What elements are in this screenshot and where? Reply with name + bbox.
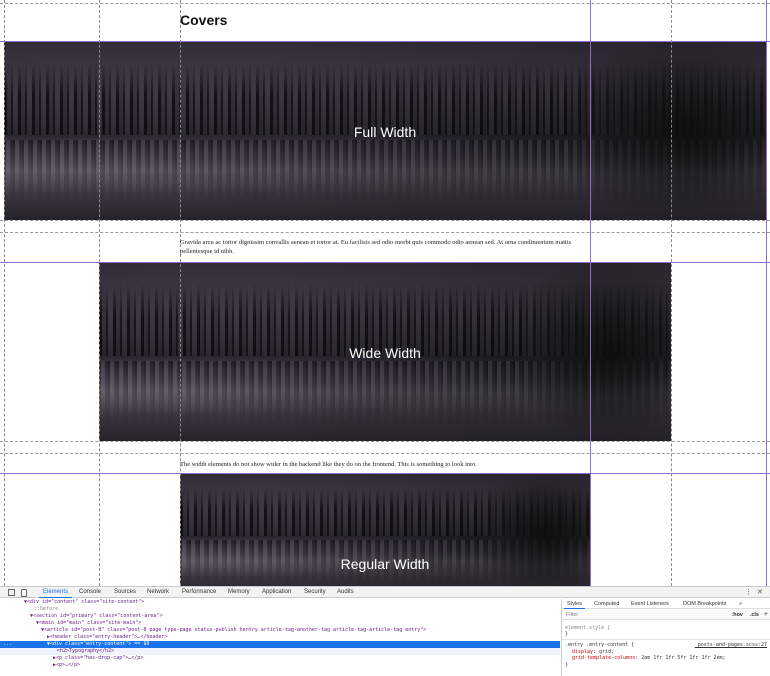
- devtools-tab-network[interactable]: Network: [147, 589, 169, 595]
- devtools-tab-application[interactable]: Application: [262, 589, 291, 595]
- devtools-tab-elements[interactable]: Elements: [38, 589, 73, 598]
- element-style-rule[interactable]: element.style {: [565, 625, 610, 631]
- devtools-tabbar: Elements Console Sources Network Perform…: [0, 587, 770, 598]
- dom-node[interactable]: ::before: [0, 606, 560, 613]
- dom-node[interactable]: ▼<section id="primary" class="content-ar…: [0, 613, 560, 620]
- tab-dom-breakpoints[interactable]: DOM Breakpoints: [683, 601, 726, 607]
- inspect-element-icon[interactable]: [8, 589, 15, 596]
- dom-node[interactable]: ▶<p>…</p>: [0, 662, 560, 669]
- cover-block-full-width[interactable]: Full Width: [4, 42, 766, 220]
- dom-node[interactable]: ▶<p class="has-drop-cap">…</p>: [0, 655, 560, 662]
- dom-node[interactable]: <h2>Typography</h2>: [0, 648, 560, 655]
- devtools-tab-console[interactable]: Console: [79, 589, 101, 595]
- cover-caption[interactable]: Regular Width: [180, 556, 590, 572]
- cover-caption[interactable]: Full Width: [4, 124, 766, 140]
- devtools-tab-sources[interactable]: Sources: [114, 589, 136, 595]
- rule-selector[interactable]: .entry .entry-content {: [565, 642, 634, 648]
- dom-ellipsis: ...: [3, 641, 13, 647]
- dom-node[interactable]: ▼<article id="post-8" class="post-8 page…: [0, 627, 560, 634]
- tab-computed[interactable]: Computed: [594, 601, 619, 607]
- page-heading: Covers: [180, 12, 228, 28]
- rule-source-link[interactable]: _posts-and-pages.scss:27: [695, 642, 767, 648]
- dom-node[interactable]: ▼<main id="main" class="site-main">: [0, 620, 560, 627]
- row-guide: [0, 232, 770, 233]
- devtools-tab-memory[interactable]: Memory: [228, 589, 250, 595]
- rule-close-brace: }: [565, 662, 569, 668]
- css-declaration[interactable]: grid-template-columns: 2em 1fr 1fr 5fr 1…: [572, 655, 726, 661]
- grid-guide: [766, 0, 767, 586]
- editor-canvas: Covers Full Width Gravida arcu ac tortor…: [0, 0, 770, 586]
- rule-close-brace: }: [565, 631, 569, 637]
- styles-tabbar: Styles Computed Event Listeners DOM Brea…: [562, 599, 770, 609]
- tab-styles[interactable]: Styles: [564, 601, 585, 609]
- dom-node[interactable]: ▶<header class="entry-header">…</header>: [0, 634, 560, 641]
- tabs-overflow-icon[interactable]: »: [739, 601, 742, 607]
- paragraph-block[interactable]: The width elements do not show wider in …: [180, 460, 600, 469]
- styles-pane: Styles Computed Event Listeners DOM Brea…: [561, 599, 770, 676]
- cover-block-regular-width[interactable]: Regular Width: [180, 474, 590, 586]
- devtools-tab-performance[interactable]: Performance: [182, 589, 216, 595]
- row-guide: [0, 220, 770, 221]
- class-toggle[interactable]: .cls: [750, 612, 759, 618]
- devtools-tab-audits[interactable]: Audits: [337, 589, 354, 595]
- new-rule-icon[interactable]: +: [764, 611, 768, 618]
- row-guide: [0, 3, 770, 4]
- styles-filter-bar: Filter :hov .cls +: [562, 610, 770, 620]
- tab-event-listeners[interactable]: Event Listeners: [631, 601, 669, 607]
- more-options-icon[interactable]: ⋮: [745, 588, 752, 596]
- dom-node[interactable]: ▼<div id="content" class="site-content">: [0, 599, 560, 606]
- hover-state-toggle[interactable]: :hov: [731, 612, 743, 618]
- elements-tree: ▼<div id="content" class="site-content">…: [0, 599, 560, 676]
- devtools-panel: Elements Console Sources Network Perform…: [0, 586, 770, 676]
- cover-block-wide-width[interactable]: Wide Width: [99, 263, 671, 441]
- paragraph-block[interactable]: Gravida arcu ac tortor dignissim convall…: [180, 238, 600, 256]
- filter-input[interactable]: Filter: [566, 612, 578, 618]
- close-icon[interactable]: ✕: [757, 588, 763, 596]
- row-guide: [0, 453, 770, 454]
- device-toolbar-icon[interactable]: [21, 589, 27, 597]
- cover-caption[interactable]: Wide Width: [99, 345, 671, 361]
- dom-node-selected[interactable]: ... ▼<div class="entry-content"> == $0: [0, 641, 560, 648]
- devtools-tab-security[interactable]: Security: [304, 589, 326, 595]
- row-guide: [0, 441, 770, 442]
